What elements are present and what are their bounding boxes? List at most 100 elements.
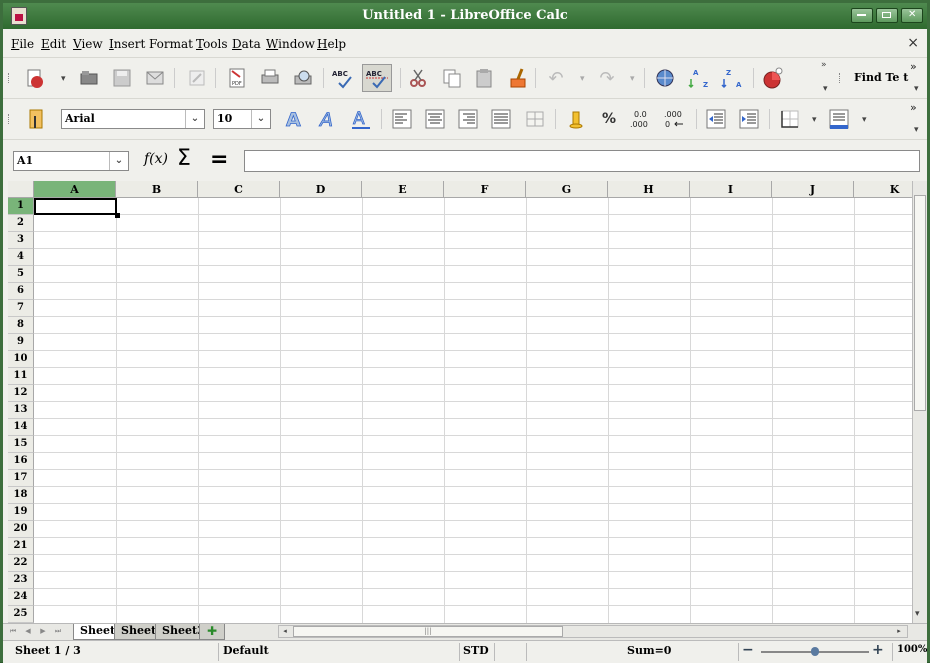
- zoom-slider-knob[interactable]: [811, 647, 819, 656]
- insert-chart-icon[interactable]: [761, 66, 785, 90]
- first-sheet-icon[interactable]: ⏮: [7, 626, 19, 637]
- maximize-button[interactable]: [876, 8, 898, 23]
- scroll-right-icon[interactable]: ▸: [893, 626, 905, 637]
- prev-sheet-icon[interactable]: ◀: [22, 626, 34, 637]
- row-header[interactable]: 11: [8, 368, 34, 385]
- row-header[interactable]: 18: [8, 487, 34, 504]
- menu-window[interactable]: Window: [266, 37, 315, 51]
- paste-icon[interactable]: [472, 66, 496, 90]
- currency-format-icon[interactable]: [564, 107, 588, 131]
- font-name-combo[interactable]: Arial ⌄: [61, 109, 205, 129]
- menu-tools[interactable]: Tools: [196, 37, 228, 51]
- add-sheet-icon[interactable]: ✚: [199, 624, 225, 640]
- borders-dropdown-icon[interactable]: ▾: [812, 115, 817, 125]
- italic-icon[interactable]: A: [316, 107, 340, 131]
- column-header-f[interactable]: F: [444, 181, 526, 198]
- column-header-c[interactable]: C: [198, 181, 280, 198]
- styles-formatting-icon[interactable]: [25, 107, 49, 131]
- row-header[interactable]: 19: [8, 504, 34, 521]
- column-header-a[interactable]: A: [34, 181, 116, 198]
- find-options-icon[interactable]: ▾: [914, 84, 919, 94]
- scroll-down-icon[interactable]: ▾: [915, 609, 920, 619]
- horizontal-scrollbar[interactable]: ◂ ||| ▸: [278, 625, 908, 638]
- row-header[interactable]: 15: [8, 436, 34, 453]
- copy-icon[interactable]: [440, 66, 464, 90]
- row-header[interactable]: 12: [8, 385, 34, 402]
- row-header[interactable]: 4: [8, 249, 34, 266]
- row-header[interactable]: 13: [8, 402, 34, 419]
- column-header-h[interactable]: H: [608, 181, 690, 198]
- function-button[interactable]: =: [210, 147, 228, 172]
- fill-handle[interactable]: [115, 213, 120, 218]
- function-wizard-button[interactable]: f(x): [144, 151, 168, 167]
- formatting-overflow-icon[interactable]: »: [910, 101, 917, 114]
- zoom-level-status[interactable]: 100%: [897, 644, 927, 655]
- align-left-icon[interactable]: [390, 107, 414, 131]
- name-box[interactable]: A1 ⌄: [13, 151, 129, 171]
- print-preview-icon[interactable]: [291, 66, 315, 90]
- align-right-icon[interactable]: [456, 107, 480, 131]
- edit-file-icon[interactable]: [185, 66, 209, 90]
- menu-format[interactable]: Format: [149, 37, 193, 51]
- hyperlink-icon[interactable]: [653, 66, 677, 90]
- column-header-e[interactable]: E: [362, 181, 444, 198]
- row-header[interactable]: 9: [8, 334, 34, 351]
- toolbar-overflow-icon[interactable]: »: [910, 60, 917, 73]
- undo-dropdown-icon[interactable]: ▾: [580, 74, 585, 84]
- vertical-scrollbar[interactable]: ▾: [912, 181, 927, 623]
- formatting-options-icon[interactable]: ▾: [914, 125, 919, 135]
- row-header[interactable]: 3: [8, 232, 34, 249]
- spreadsheet-grid[interactable]: A B C D E F G H I J K 1 2 3 4 5 6 7 8 9 …: [8, 181, 912, 623]
- decimal-format-icon[interactable]: 0.0.000: [630, 107, 654, 131]
- last-sheet-icon[interactable]: ⏭: [52, 626, 64, 637]
- toolbar-grip[interactable]: [8, 73, 12, 83]
- column-header-b[interactable]: B: [116, 181, 198, 198]
- email-icon[interactable]: [143, 66, 167, 90]
- new-document-icon[interactable]: [23, 66, 47, 90]
- font-size-combo[interactable]: 10 ⌄: [213, 109, 271, 129]
- redo-icon[interactable]: ↷: [595, 66, 619, 90]
- background-color-dropdown-icon[interactable]: ▾: [862, 115, 867, 125]
- merge-cells-icon[interactable]: [523, 107, 547, 131]
- zoom-out-icon[interactable]: −: [742, 642, 754, 658]
- toolbar-grip[interactable]: [8, 114, 12, 124]
- clone-formatting-icon[interactable]: [506, 66, 530, 90]
- sort-ascending-icon[interactable]: AZ: [688, 66, 712, 90]
- row-header[interactable]: 5: [8, 266, 34, 283]
- find-text-field[interactable]: Find Te t: [854, 71, 908, 84]
- next-sheet-icon[interactable]: ▶: [37, 626, 49, 637]
- justify-icon[interactable]: [489, 107, 513, 131]
- row-header[interactable]: 8: [8, 317, 34, 334]
- cut-icon[interactable]: [406, 66, 430, 90]
- spelling-icon[interactable]: ABC: [331, 66, 355, 90]
- menu-edit[interactable]: Edit: [41, 37, 66, 51]
- selected-cell-cursor[interactable]: [34, 198, 117, 215]
- chevron-down-icon[interactable]: ⌄: [251, 110, 270, 128]
- row-header[interactable]: 24: [8, 589, 34, 606]
- menu-file[interactable]: File: [11, 37, 34, 51]
- minimize-button[interactable]: [851, 8, 873, 23]
- row-header[interactable]: 21: [8, 538, 34, 555]
- new-dropdown-icon[interactable]: ▾: [61, 74, 66, 84]
- menu-data[interactable]: Data: [232, 37, 261, 51]
- auto-spellcheck-icon[interactable]: ABC: [362, 64, 392, 92]
- select-all-corner[interactable]: [8, 181, 34, 198]
- row-header[interactable]: 22: [8, 555, 34, 572]
- underline-icon[interactable]: A: [349, 107, 373, 131]
- standard-more-icon[interactable]: »: [821, 60, 827, 70]
- row-header[interactable]: 25: [8, 606, 34, 623]
- export-pdf-icon[interactable]: PDF: [225, 66, 249, 90]
- decrease-indent-icon[interactable]: [704, 107, 728, 131]
- menu-view[interactable]: View: [73, 37, 103, 51]
- row-header[interactable]: 2: [8, 215, 34, 232]
- close-document-icon[interactable]: ×: [907, 35, 919, 51]
- sort-descending-icon[interactable]: ZA: [721, 66, 745, 90]
- vertical-scroll-thumb[interactable]: [914, 195, 926, 411]
- column-header-j[interactable]: J: [772, 181, 854, 198]
- selection-mode-status[interactable]: STD: [463, 644, 489, 657]
- row-header[interactable]: 7: [8, 300, 34, 317]
- percent-format-icon[interactable]: %: [597, 107, 621, 131]
- column-header-g[interactable]: G: [526, 181, 608, 198]
- row-header[interactable]: 14: [8, 419, 34, 436]
- zoom-in-icon[interactable]: +: [872, 642, 884, 658]
